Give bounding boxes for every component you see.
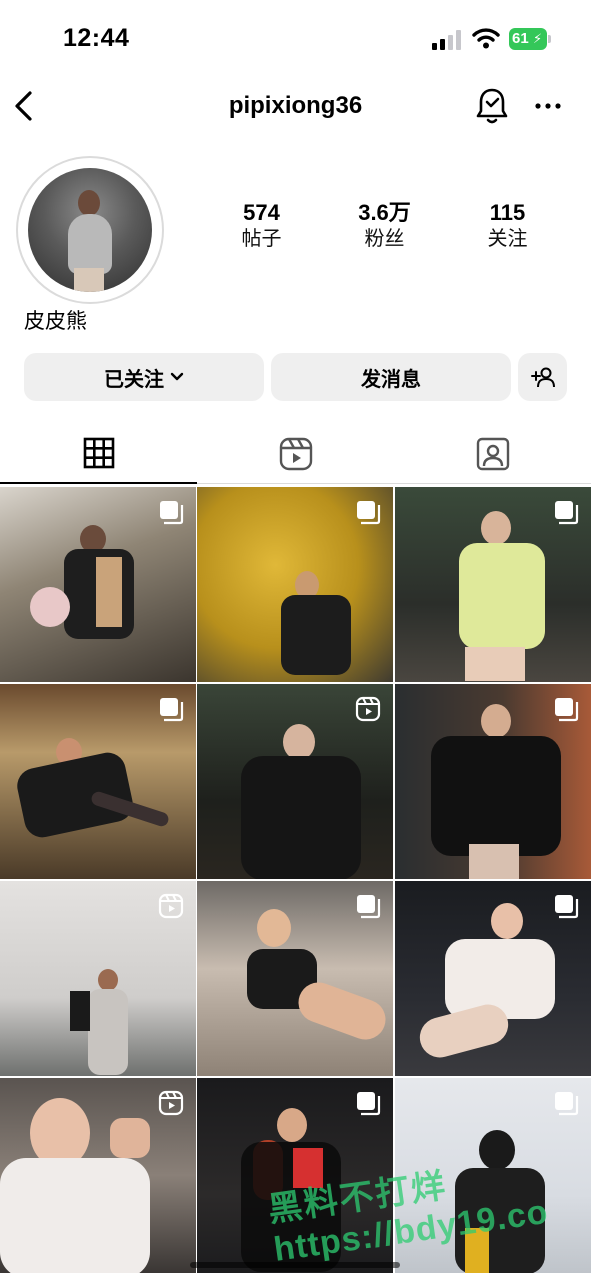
profile-avatar[interactable] <box>16 156 164 304</box>
carousel-icon <box>555 1092 579 1116</box>
add-person-icon <box>530 367 555 388</box>
tab-tagged[interactable] <box>394 424 591 484</box>
stat-value: 574 <box>243 200 280 225</box>
message-button[interactable]: 发消息 <box>271 353 511 401</box>
posts-grid <box>0 487 591 1280</box>
post-thumbnail[interactable] <box>0 1078 196 1273</box>
stat-label: 帖子 <box>241 228 282 250</box>
reels-icon <box>279 437 312 471</box>
chevron-down-icon <box>170 372 184 381</box>
post-thumbnail[interactable] <box>395 881 591 1076</box>
carousel-icon <box>357 501 381 525</box>
carousel-icon <box>357 895 381 919</box>
following-label: 已关注 <box>104 368 164 391</box>
profile-tabs <box>0 424 591 484</box>
message-label: 发消息 <box>361 368 421 391</box>
stat-label: 粉丝 <box>364 228 405 250</box>
home-indicator[interactable] <box>190 1262 400 1268</box>
profile-nav-bar: pipixiong36 <box>0 80 591 132</box>
grid-icon <box>83 437 114 469</box>
reels-icon <box>355 696 381 722</box>
display-name: 皮皮熊 <box>24 310 87 333</box>
status-time: 12:44 <box>63 24 130 52</box>
stat-value: 3.6万 <box>358 200 411 225</box>
reels-icon <box>158 893 184 919</box>
stat-following[interactable]: 115 关注 <box>446 200 569 260</box>
battery-indicator: 61 ⚡ <box>509 28 551 50</box>
post-thumbnail[interactable] <box>197 1078 393 1273</box>
reels-icon <box>158 1090 184 1116</box>
battery-level: 61 <box>512 30 529 47</box>
following-button[interactable]: 已关注 <box>24 353 264 401</box>
stat-value: 115 <box>489 200 526 225</box>
post-thumbnail[interactable] <box>0 487 196 682</box>
post-thumbnail[interactable] <box>197 487 393 682</box>
post-thumbnail[interactable] <box>395 1078 591 1273</box>
stat-posts[interactable]: 574 帖子 <box>200 200 323 260</box>
post-thumbnail[interactable] <box>0 881 196 1076</box>
post-thumbnail[interactable] <box>197 684 393 879</box>
status-bar: 12:44 61 ⚡ <box>0 0 591 80</box>
tab-posts-grid[interactable] <box>0 424 197 484</box>
profile-stats: 574 帖子 3.6万 粉丝 115 关注 <box>200 200 570 260</box>
stat-followers[interactable]: 3.6万 粉丝 <box>323 200 446 260</box>
more-options-icon[interactable] <box>534 96 562 116</box>
carousel-icon <box>555 698 579 722</box>
post-thumbnail[interactable] <box>197 881 393 1076</box>
avatar-photo <box>28 168 152 292</box>
tab-reels[interactable] <box>197 424 394 484</box>
cellular-signal-icon <box>432 30 461 50</box>
carousel-icon <box>555 501 579 525</box>
notification-bell-icon[interactable] <box>474 86 510 126</box>
post-thumbnail[interactable] <box>395 684 591 879</box>
suggested-people-button[interactable] <box>518 353 567 401</box>
tagged-icon <box>476 437 509 471</box>
post-thumbnail[interactable] <box>395 487 591 682</box>
charging-bolt-icon: ⚡ <box>533 31 543 46</box>
carousel-icon <box>357 1092 381 1116</box>
wifi-icon <box>472 28 500 49</box>
stat-label: 关注 <box>487 228 528 250</box>
carousel-icon <box>160 698 184 722</box>
carousel-icon <box>555 895 579 919</box>
carousel-icon <box>160 501 184 525</box>
post-thumbnail[interactable] <box>0 684 196 879</box>
